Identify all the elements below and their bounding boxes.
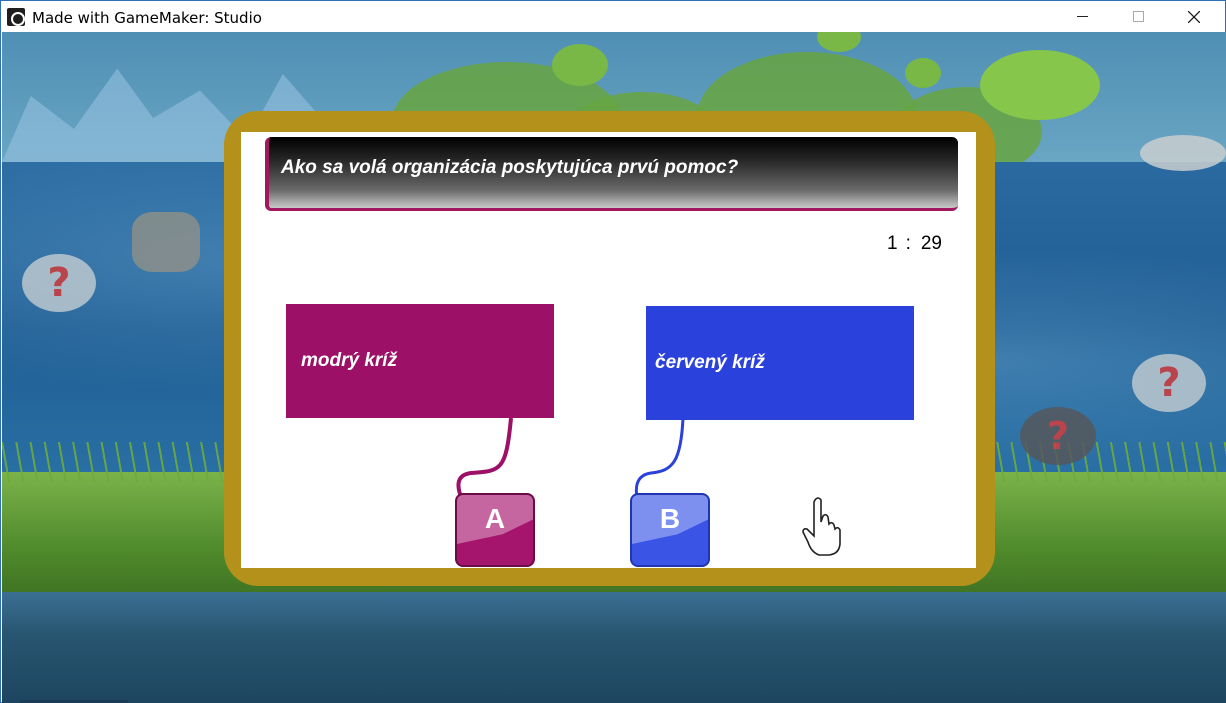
question-mark: ? bbox=[1046, 414, 1070, 458]
hand-cursor-icon bbox=[802, 497, 841, 556]
countdown-timer: 1:29 bbox=[887, 233, 942, 255]
maximize-button[interactable] bbox=[1115, 1, 1161, 32]
question-text: Ako sa volá organizácia poskytujúca prvú… bbox=[281, 157, 739, 178]
question-mark: ? bbox=[47, 260, 71, 306]
gamemaker-app-icon bbox=[7, 8, 25, 26]
answer-b-button[interactable]: B bbox=[630, 493, 710, 567]
shore-rock-icon bbox=[1140, 135, 1226, 171]
app-window: Made with GameMaker: Studio ? ? ? Ako sa… bbox=[0, 0, 1226, 703]
title-bar: Made with GameMaker: Studio bbox=[1, 1, 1225, 32]
background-tree bbox=[552, 44, 608, 86]
minimize-button[interactable] bbox=[1059, 1, 1105, 32]
answer-b-text: červený kríž bbox=[655, 352, 765, 373]
rock-icon bbox=[132, 212, 200, 272]
answer-a-box[interactable]: modrý kríž bbox=[286, 304, 554, 418]
close-icon bbox=[1188, 10, 1200, 23]
question-bar: Ako sa volá organizácia poskytujúca prvú… bbox=[265, 137, 958, 211]
question-stone-icon[interactable]: ? bbox=[1132, 354, 1206, 412]
answer-b-box[interactable]: červený kríž bbox=[646, 306, 914, 420]
question-mark: ? bbox=[1157, 360, 1181, 406]
window-title: Made with GameMaker: Studio bbox=[32, 9, 262, 27]
timer-minutes: 1 bbox=[887, 233, 898, 254]
background-tree bbox=[905, 58, 941, 88]
maximize-icon bbox=[1132, 11, 1144, 22]
dark-question-stone-icon[interactable]: ? bbox=[1020, 407, 1096, 465]
close-button[interactable] bbox=[1171, 1, 1217, 32]
answer-a-text: modrý kríž bbox=[301, 350, 398, 371]
question-stone-icon[interactable]: ? bbox=[22, 254, 96, 312]
answer-a-button[interactable]: A bbox=[455, 493, 535, 567]
minimize-icon bbox=[1076, 16, 1088, 17]
timer-seconds: 29 bbox=[920, 233, 942, 254]
background-tree bbox=[980, 50, 1100, 120]
answer-a-key-label: A bbox=[484, 503, 506, 534]
background-deck bbox=[2, 592, 1226, 703]
answer-b-key-label: B bbox=[659, 503, 681, 534]
timer-separator: : bbox=[905, 233, 911, 254]
